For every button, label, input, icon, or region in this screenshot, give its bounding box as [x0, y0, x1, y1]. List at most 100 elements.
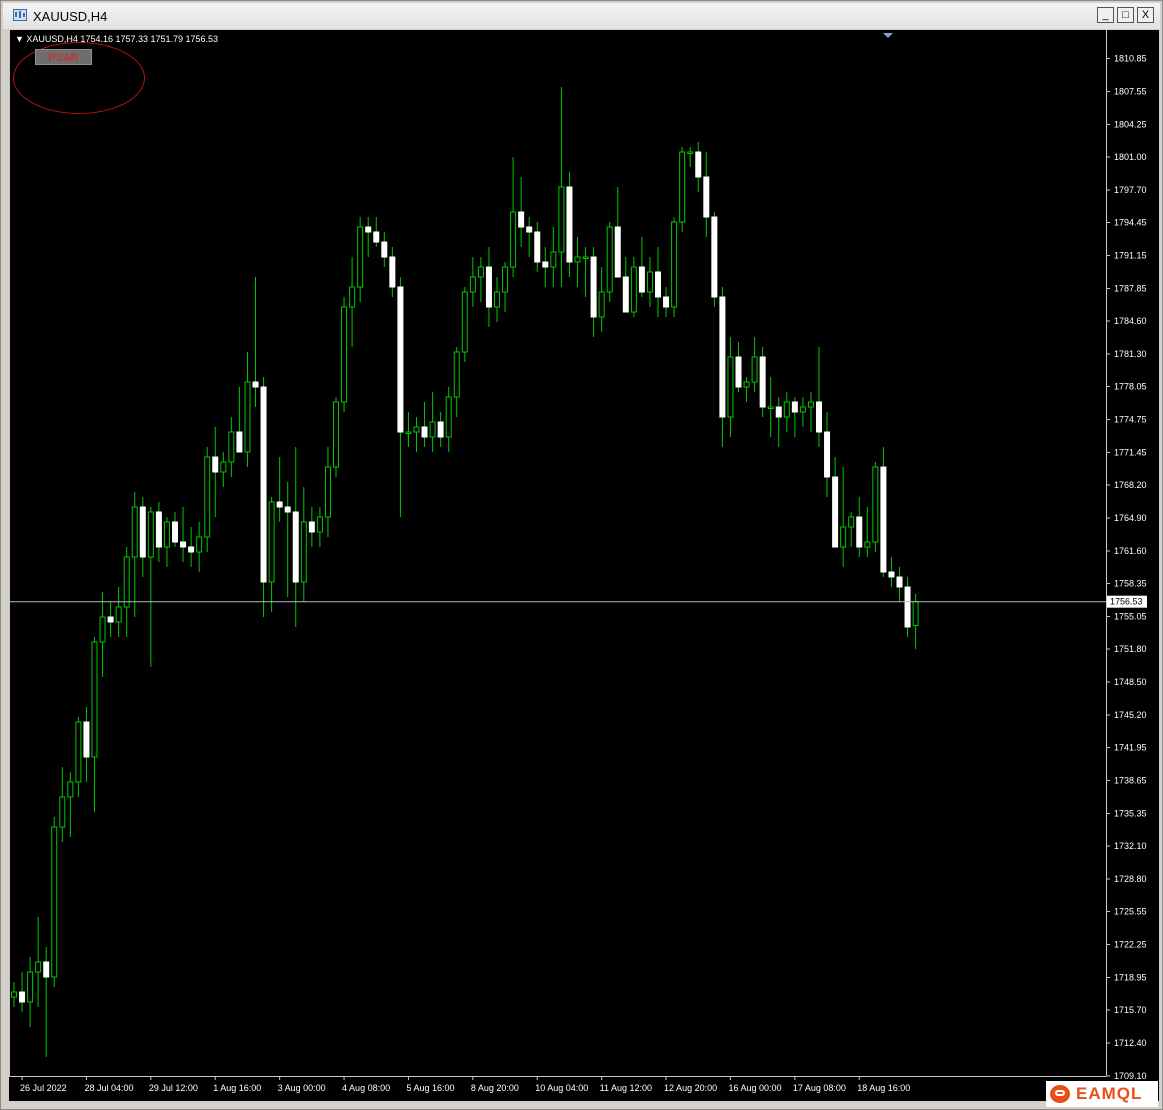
y-tick-label: 1797.70: [1114, 185, 1147, 195]
bullish-candle: [671, 221, 678, 308]
y-tick-label: 1781.30: [1114, 349, 1147, 359]
bearish-candle: [534, 231, 541, 263]
bullish-candle: [574, 256, 581, 263]
y-tick-label: 1807.55: [1114, 87, 1147, 97]
bullish-candle: [131, 506, 138, 558]
bullish-candle: [445, 396, 452, 438]
window-title-bar[interactable]: XAUUSD,H4 _ □ X: [3, 3, 1160, 29]
bullish-candle: [848, 516, 855, 528]
y-tick-label: 1728.80: [1114, 874, 1147, 884]
bullish-candle: [99, 616, 106, 643]
bullish-candle: [598, 291, 605, 318]
bullish-candle: [316, 516, 323, 533]
bullish-candle: [163, 521, 170, 548]
y-tick-label: 1745.20: [1114, 710, 1147, 720]
bearish-candle: [389, 256, 396, 288]
bullish-candle: [405, 431, 412, 434]
x-tick-label: 11 Aug 12:00: [600, 1083, 652, 1093]
bearish-candle: [421, 426, 428, 438]
bullish-candle: [115, 606, 122, 623]
x-tick-label: 1 Aug 16:00: [213, 1083, 261, 1093]
candlestick-chart[interactable]: 1810.85 1807.55 1804.25 1801.00 1797.70 1794.…: [9, 30, 1159, 1101]
minimize-button[interactable]: _: [1097, 7, 1114, 23]
bullish-candle: [840, 526, 847, 548]
bearish-candle: [212, 456, 219, 473]
bearish-candle: [888, 571, 895, 578]
close-button[interactable]: X: [1137, 7, 1154, 23]
chart-window: XAUUSD,H4 _ □ X 1810.85 1807.55 1804.25 180…: [0, 0, 1163, 1110]
bullish-candle: [67, 781, 74, 798]
bullish-candle: [123, 556, 130, 608]
bullish-candle: [550, 251, 557, 268]
bullish-candle: [864, 541, 871, 548]
bearish-candle: [43, 961, 50, 978]
y-tick-label: 1774.75: [1114, 415, 1147, 425]
bearish-candle: [437, 421, 444, 438]
y-tick-label: 1715.70: [1114, 1005, 1147, 1015]
x-tick-label: 10 Aug 04:00: [535, 1083, 588, 1093]
bearish-candle: [719, 296, 726, 418]
x-tick-label: 18 Aug 16:00: [857, 1083, 910, 1093]
bullish-candle: [461, 291, 468, 353]
bullish-candle: [11, 991, 17, 998]
bullish-candle: [502, 266, 509, 293]
bullish-candle: [751, 356, 758, 383]
bearish-candle: [542, 261, 549, 268]
y-tick-label: 1758.35: [1114, 579, 1147, 589]
y-tick-label: 1791.15: [1114, 251, 1147, 261]
y-tick-label: 1771.45: [1114, 448, 1147, 458]
x-tick-label: 5 Aug 16:00: [406, 1083, 454, 1093]
y-tick-label: 1778.05: [1114, 382, 1147, 392]
bearish-candle: [791, 401, 798, 413]
price-chart[interactable]: 1810.85 1807.55 1804.25 1801.00 1797.70 1794.…: [9, 30, 1159, 1101]
y-tick-label: 1794.45: [1114, 218, 1147, 228]
x-tick-label: 12 Aug 20:00: [664, 1083, 717, 1093]
bullish-candle: [147, 511, 154, 558]
bullish-candle: [413, 426, 420, 433]
bearish-candle: [381, 241, 388, 258]
bullish-candle: [59, 796, 66, 828]
bearish-candle: [703, 176, 710, 218]
bullish-candle: [453, 351, 460, 398]
bearish-candle: [711, 216, 718, 298]
bullish-candle: [91, 641, 98, 758]
bullish-candle: [727, 356, 734, 418]
bearish-candle: [832, 476, 839, 548]
bearish-candle: [880, 466, 887, 573]
bearish-candle: [904, 586, 911, 628]
bearish-candle: [695, 151, 702, 178]
bullish-candle: [679, 151, 686, 223]
y-tick-label: 1804.25: [1114, 120, 1147, 130]
psar-button[interactable]: PSAR: [35, 49, 92, 65]
bearish-candle: [284, 506, 291, 513]
bearish-candle: [83, 721, 90, 758]
bullish-candle: [75, 721, 82, 783]
bearish-candle: [236, 431, 243, 453]
chart-shift-marker-icon[interactable]: [883, 33, 893, 38]
watermark-logo-icon: [1050, 1085, 1070, 1103]
y-tick-label: 1735.35: [1114, 809, 1147, 819]
maximize-button[interactable]: □: [1117, 7, 1134, 23]
bullish-candle: [51, 826, 58, 978]
bearish-candle: [518, 211, 525, 228]
bearish-candle: [638, 266, 645, 293]
bearish-candle: [816, 401, 822, 433]
bearish-candle: [622, 276, 629, 313]
collapse-arrow-icon[interactable]: ▼: [15, 34, 26, 44]
y-tick-label: 1725.55: [1114, 907, 1147, 917]
bullish-candle: [228, 431, 235, 463]
y-tick-label: 1712.40: [1114, 1038, 1147, 1048]
bullish-candle: [646, 271, 653, 293]
bearish-candle: [276, 501, 283, 508]
bearish-candle: [139, 506, 146, 558]
y-tick-label: 1709.10: [1114, 1071, 1147, 1081]
y-tick-label: 1732.10: [1114, 841, 1147, 851]
y-tick-label: 1751.80: [1114, 644, 1147, 654]
bullish-candle: [268, 501, 275, 583]
bullish-candle: [558, 186, 565, 253]
bearish-candle: [655, 271, 661, 298]
bullish-candle: [35, 961, 42, 973]
bullish-candle: [799, 406, 806, 413]
x-tick-label: 17 Aug 08:00: [793, 1083, 846, 1093]
bullish-candle: [494, 291, 500, 308]
